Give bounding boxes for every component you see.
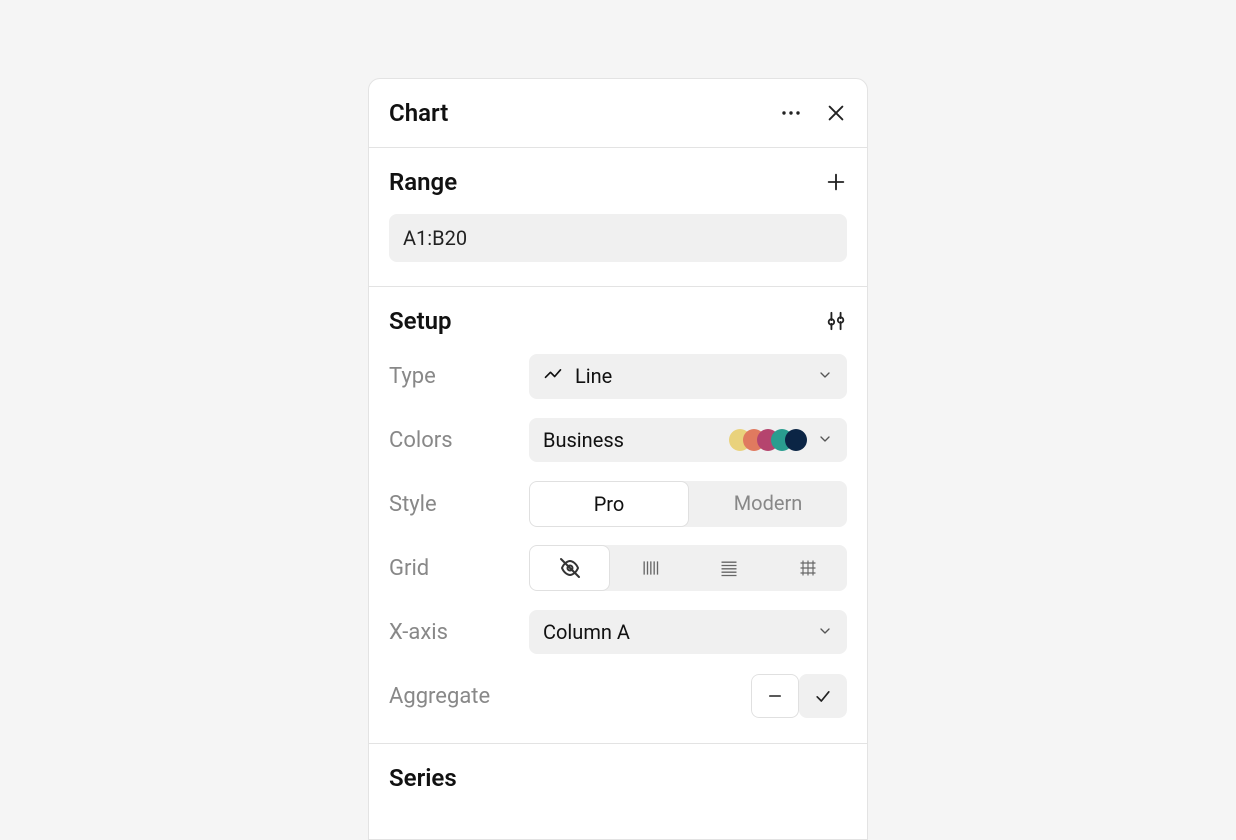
style-option-pro[interactable]: Pro	[529, 481, 689, 527]
grid-none-icon[interactable]	[529, 545, 610, 591]
grid-toggle	[529, 545, 847, 591]
swatch	[785, 429, 807, 451]
color-swatches	[729, 429, 807, 451]
chart-settings-panel: Chart Range A1:B20 Setup Type	[368, 78, 868, 840]
xaxis-select[interactable]: Column A	[529, 610, 847, 654]
series-title: Series	[389, 764, 847, 792]
colors-label: Colors	[389, 428, 529, 453]
colors-row: Colors Business	[389, 417, 847, 463]
grid-both-icon[interactable]	[768, 545, 847, 591]
panel-title: Chart	[389, 99, 448, 127]
header-actions	[779, 101, 847, 125]
type-value: Line	[575, 364, 612, 388]
xaxis-row: X-axis Column A	[389, 609, 847, 655]
aggregate-check-button[interactable]	[799, 674, 847, 718]
panel-header: Chart	[369, 79, 867, 148]
style-toggle: Pro Modern	[529, 481, 847, 527]
chevron-down-icon	[817, 428, 833, 452]
series-section: Series	[369, 744, 867, 792]
type-select[interactable]: Line	[529, 354, 847, 399]
chevron-down-icon	[817, 620, 833, 644]
style-row: Style Pro Modern	[389, 481, 847, 527]
sliders-icon[interactable]	[825, 310, 847, 332]
range-section: Range A1:B20	[369, 148, 867, 287]
close-icon[interactable]	[825, 102, 847, 124]
xaxis-value: Column A	[543, 620, 630, 644]
aggregate-toggle	[751, 674, 847, 718]
grid-vertical-icon[interactable]	[610, 545, 689, 591]
grid-horizontal-icon[interactable]	[689, 545, 768, 591]
aggregate-row: Aggregate	[389, 673, 847, 719]
colors-select[interactable]: Business	[529, 418, 847, 462]
setup-head: Setup	[389, 307, 847, 335]
grid-row: Grid	[389, 545, 847, 591]
setup-title: Setup	[389, 307, 452, 335]
setup-section: Setup Type Line Colors	[369, 287, 867, 744]
plus-icon[interactable]	[825, 171, 847, 193]
xaxis-label: X-axis	[389, 620, 529, 645]
more-icon[interactable]	[779, 101, 803, 125]
colors-value: Business	[543, 428, 624, 452]
range-input[interactable]: A1:B20	[389, 214, 847, 262]
chevron-down-icon	[817, 364, 833, 388]
line-chart-icon	[543, 364, 563, 389]
style-label: Style	[389, 492, 529, 517]
grid-label: Grid	[389, 556, 529, 581]
range-head: Range	[389, 168, 847, 196]
type-label: Type	[389, 364, 529, 389]
range-title: Range	[389, 168, 457, 196]
aggregate-label: Aggregate	[389, 684, 529, 709]
aggregate-none-button[interactable]	[751, 674, 799, 718]
style-option-modern[interactable]: Modern	[689, 481, 847, 527]
type-row: Type Line	[389, 353, 847, 399]
